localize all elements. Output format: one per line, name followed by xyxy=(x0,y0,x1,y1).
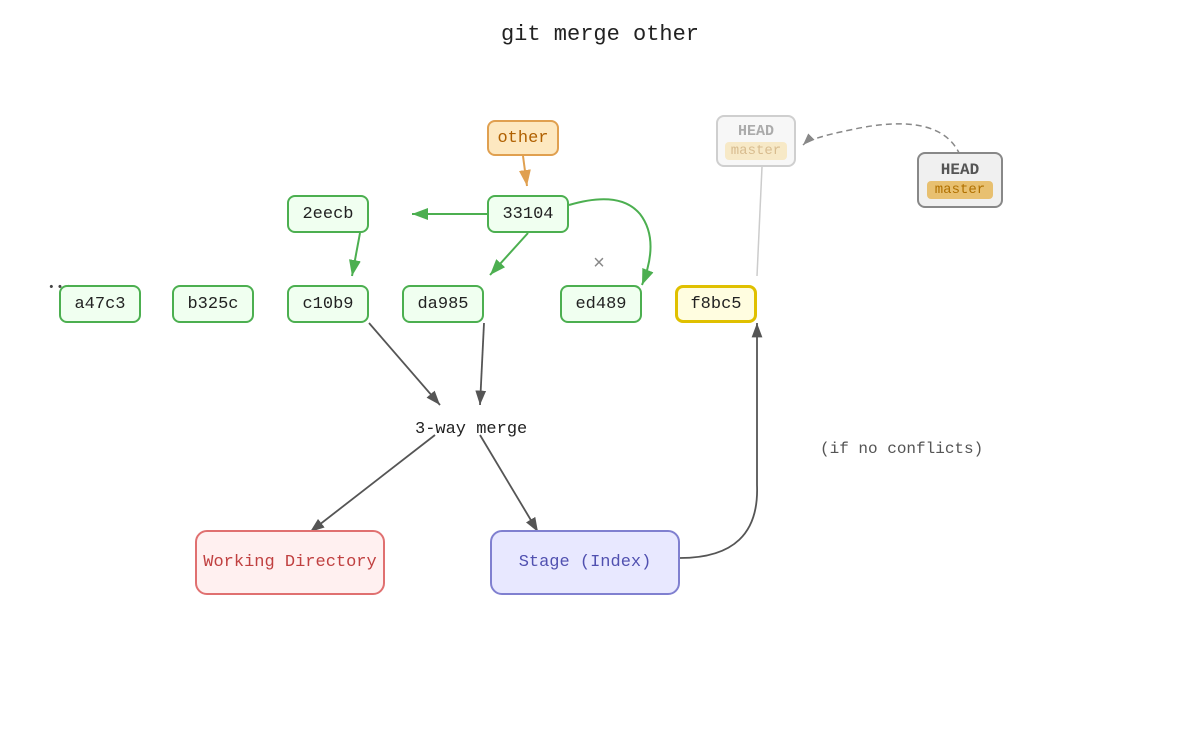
working-directory-box: Working Directory xyxy=(195,530,385,595)
node-b325c: b325c xyxy=(172,285,254,323)
label-head-master-ghost: HEAD master xyxy=(716,115,796,167)
node-c10b9: c10b9 xyxy=(287,285,369,323)
stage-index-box: Stage (Index) xyxy=(490,530,680,595)
node-2eecb: 2eecb xyxy=(287,195,369,233)
page-title: git merge other xyxy=(501,22,699,47)
merge-label: 3-way merge xyxy=(415,420,527,439)
active-master-label: master xyxy=(927,181,993,199)
node-33104: 33104 xyxy=(487,195,569,233)
label-head-master-active: HEAD master xyxy=(917,152,1003,208)
node-a47c3: a47c3 xyxy=(59,285,141,323)
label-other: other xyxy=(487,120,559,156)
ghost-master-label: master xyxy=(725,142,787,160)
arrows-svg xyxy=(0,0,1200,729)
node-ed489: ed489 xyxy=(560,285,642,323)
node-f8bc5: f8bc5 xyxy=(675,285,757,323)
conflicts-label: (if no conflicts) xyxy=(820,440,983,458)
cross-mark: × xyxy=(593,253,605,276)
node-da985: da985 xyxy=(402,285,484,323)
ghost-head-label: HEAD xyxy=(738,123,774,140)
diagram-container: git merge other ··· a47c3 b325c c10b9 da… xyxy=(0,0,1200,729)
active-head-label: HEAD xyxy=(941,161,979,179)
